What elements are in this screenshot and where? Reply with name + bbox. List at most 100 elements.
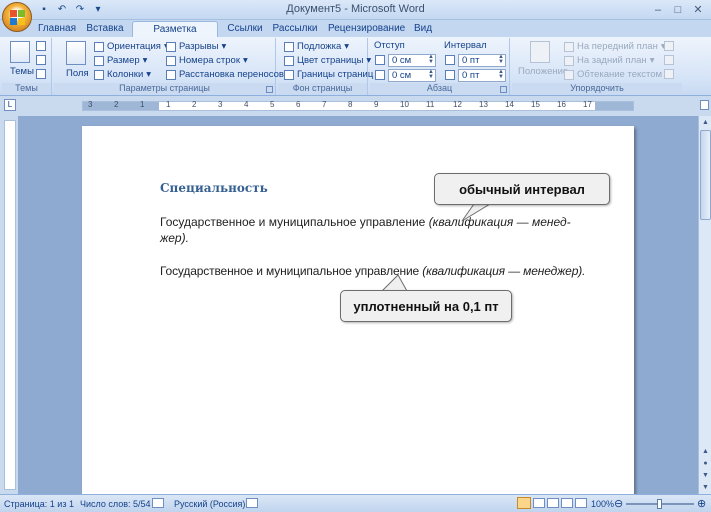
status-page[interactable]: Страница: 1 из 1 [4, 499, 74, 509]
horizontal-ruler: L 3 2 1 1 2 3 4 5 6 7 8 9 10 11 12 13 14 15 16 17 [0, 96, 711, 116]
tab-page-layout[interactable]: Разметка страницы [132, 21, 218, 46]
print-layout-view-icon[interactable] [517, 497, 531, 509]
spacing-after-field[interactable]: 0 пт ▲ ▼ [458, 69, 506, 82]
spelling-check-icon[interactable] [152, 498, 164, 508]
minimize-button[interactable]: – [649, 2, 667, 17]
ruler-number: 6 [296, 100, 301, 109]
text-wrap-icon [564, 69, 574, 80]
breaks-button[interactable]: Разрывы ▾ [166, 41, 226, 52]
ribbon: Темы Темы Поля Ориентация ▾ Размер ▾ Кол… [0, 37, 711, 96]
orientation-label: Ориентация [107, 41, 161, 52]
status-language[interactable]: Русский (Россия) [174, 499, 245, 509]
themes-button[interactable]: Темы [10, 66, 34, 77]
macro-record-icon[interactable] [246, 498, 258, 508]
position-icon [530, 41, 550, 63]
ribbon-tabs: Главная Вставка Разметка страницы Ссылки… [0, 20, 711, 46]
spacing-before-field[interactable]: 0 пт ▲ ▼ [458, 54, 506, 67]
ruler-number: 7 [322, 100, 327, 109]
view-ruler-icon[interactable] [700, 100, 709, 110]
ruler-number: 5 [270, 100, 275, 109]
draft-view-icon[interactable] [575, 498, 587, 508]
document-area: Специальность Государственное и муниципа… [18, 116, 698, 494]
group-label-page-background: Фон страницы [278, 83, 367, 94]
status-bar: Страница: 1 из 1 Число слов: 5/54 Русски… [0, 494, 711, 512]
tab-review[interactable]: Рецензирование [328, 21, 405, 37]
tab-selector-icon[interactable]: L [4, 99, 16, 111]
page[interactable]: Специальность Государственное и муниципа… [82, 126, 634, 494]
spacing-before-value: 0 пт [462, 55, 480, 66]
spinner-arrows-icon[interactable]: ▲ ▼ [428, 54, 434, 65]
spacing-after-icon [445, 70, 455, 80]
outline-view-icon[interactable] [561, 498, 573, 508]
page-setup-launcher-icon[interactable] [266, 86, 273, 93]
columns-button[interactable]: Колонки ▾ [94, 69, 151, 80]
rotate-icon [664, 69, 674, 79]
ruler-number: 15 [531, 100, 540, 109]
breaks-icon [166, 41, 176, 52]
line-numbers-button[interactable]: Номера строк ▾ [166, 55, 248, 66]
margins-button[interactable]: Поля [66, 68, 89, 79]
full-screen-view-icon[interactable] [533, 498, 545, 508]
scroll-thumb[interactable] [700, 130, 711, 220]
page-borders-button[interactable]: Границы страниц [284, 69, 373, 80]
spinner-arrows-icon[interactable]: ▲ ▼ [428, 69, 434, 80]
hyphenation-button[interactable]: Расстановка переносов ▾ [166, 69, 292, 80]
zoom-in-icon[interactable]: ⊕ [697, 497, 706, 510]
theme-fonts-icon[interactable] [36, 55, 46, 65]
align-icon [664, 41, 674, 51]
hyphenation-icon [166, 69, 176, 80]
theme-colors-icon[interactable] [36, 41, 46, 51]
hyphenation-label: Расстановка переносов [179, 69, 284, 80]
scroll-up-icon[interactable]: ▲ [700, 117, 711, 128]
send-back-label: На задний план [577, 55, 647, 66]
page-color-button[interactable]: Цвет страницы ▾ [284, 55, 371, 66]
browse-object-icon[interactable]: ● [700, 458, 711, 469]
scroll-down-page-icon[interactable]: ▼ [700, 470, 711, 481]
title-bar: ▪ ↶ ↷ ▾ Документ5 - Microsoft Word – □ ✕ [0, 0, 711, 32]
position-button: Положение [518, 66, 569, 77]
scroll-down-icon[interactable]: ▼ [700, 482, 711, 493]
text-wrap-label: Обтекание текстом [577, 69, 663, 80]
paragraph-launcher-icon[interactable] [500, 86, 507, 93]
close-button[interactable]: ✕ [689, 2, 707, 17]
indent-left-field[interactable]: 0 см ▲ ▼ [388, 54, 436, 67]
group-icon [664, 55, 674, 65]
zoom-level[interactable]: 100% [591, 499, 614, 509]
group-arrange: Положение На передний план ▾ На задний п… [512, 38, 682, 95]
vertical-ruler [4, 120, 16, 490]
spinner-arrows-icon[interactable]: ▲ ▼ [498, 69, 504, 80]
group-page-background: Подложка ▾ Цвет страницы ▾ Границы стран… [278, 38, 373, 95]
indent-right-field[interactable]: 0 см ▲ ▼ [388, 69, 436, 82]
ruler-number: 3 [218, 100, 223, 109]
tab-mailings[interactable]: Рассылки [272, 21, 318, 37]
watermark-button[interactable]: Подложка ▾ [284, 41, 349, 52]
ruler-number: 1 [140, 100, 145, 109]
line-numbers-icon [166, 55, 176, 66]
zoom-out-icon[interactable]: ⊖ [614, 497, 623, 510]
orientation-button[interactable]: Ориентация ▾ [94, 41, 169, 52]
theme-effects-icon[interactable] [36, 69, 46, 79]
margins-icon[interactable] [66, 41, 86, 65]
bring-front-icon [564, 41, 574, 52]
tab-home[interactable]: Главная [36, 21, 78, 37]
tab-references[interactable]: Ссылки [224, 21, 266, 37]
send-back-icon [564, 55, 574, 66]
maximize-button[interactable]: □ [669, 2, 687, 17]
status-words[interactable]: Число слов: 5/54 [80, 499, 151, 509]
zoom-slider-knob[interactable] [657, 499, 662, 509]
themes-icon[interactable] [10, 41, 30, 63]
tab-view[interactable]: Вид [410, 21, 436, 37]
office-logo-icon [10, 10, 25, 25]
scroll-up-page-icon[interactable]: ▲ [700, 446, 711, 457]
office-button[interactable] [2, 2, 32, 32]
ruler-number: 2 [114, 100, 119, 109]
ruler-number: 17 [583, 100, 592, 109]
size-label: Размер [107, 55, 140, 66]
tab-insert[interactable]: Вставка [84, 21, 126, 37]
web-layout-view-icon[interactable] [547, 498, 559, 508]
spinner-arrows-icon[interactable]: ▲ ▼ [498, 54, 504, 65]
page-color-label: Цвет страницы [297, 55, 364, 66]
size-button[interactable]: Размер ▾ [94, 55, 147, 66]
line-numbers-label: Номера строк [179, 55, 240, 66]
vertical-scrollbar[interactable]: ▲ ▲ ● ▼ ▼ [698, 116, 711, 494]
